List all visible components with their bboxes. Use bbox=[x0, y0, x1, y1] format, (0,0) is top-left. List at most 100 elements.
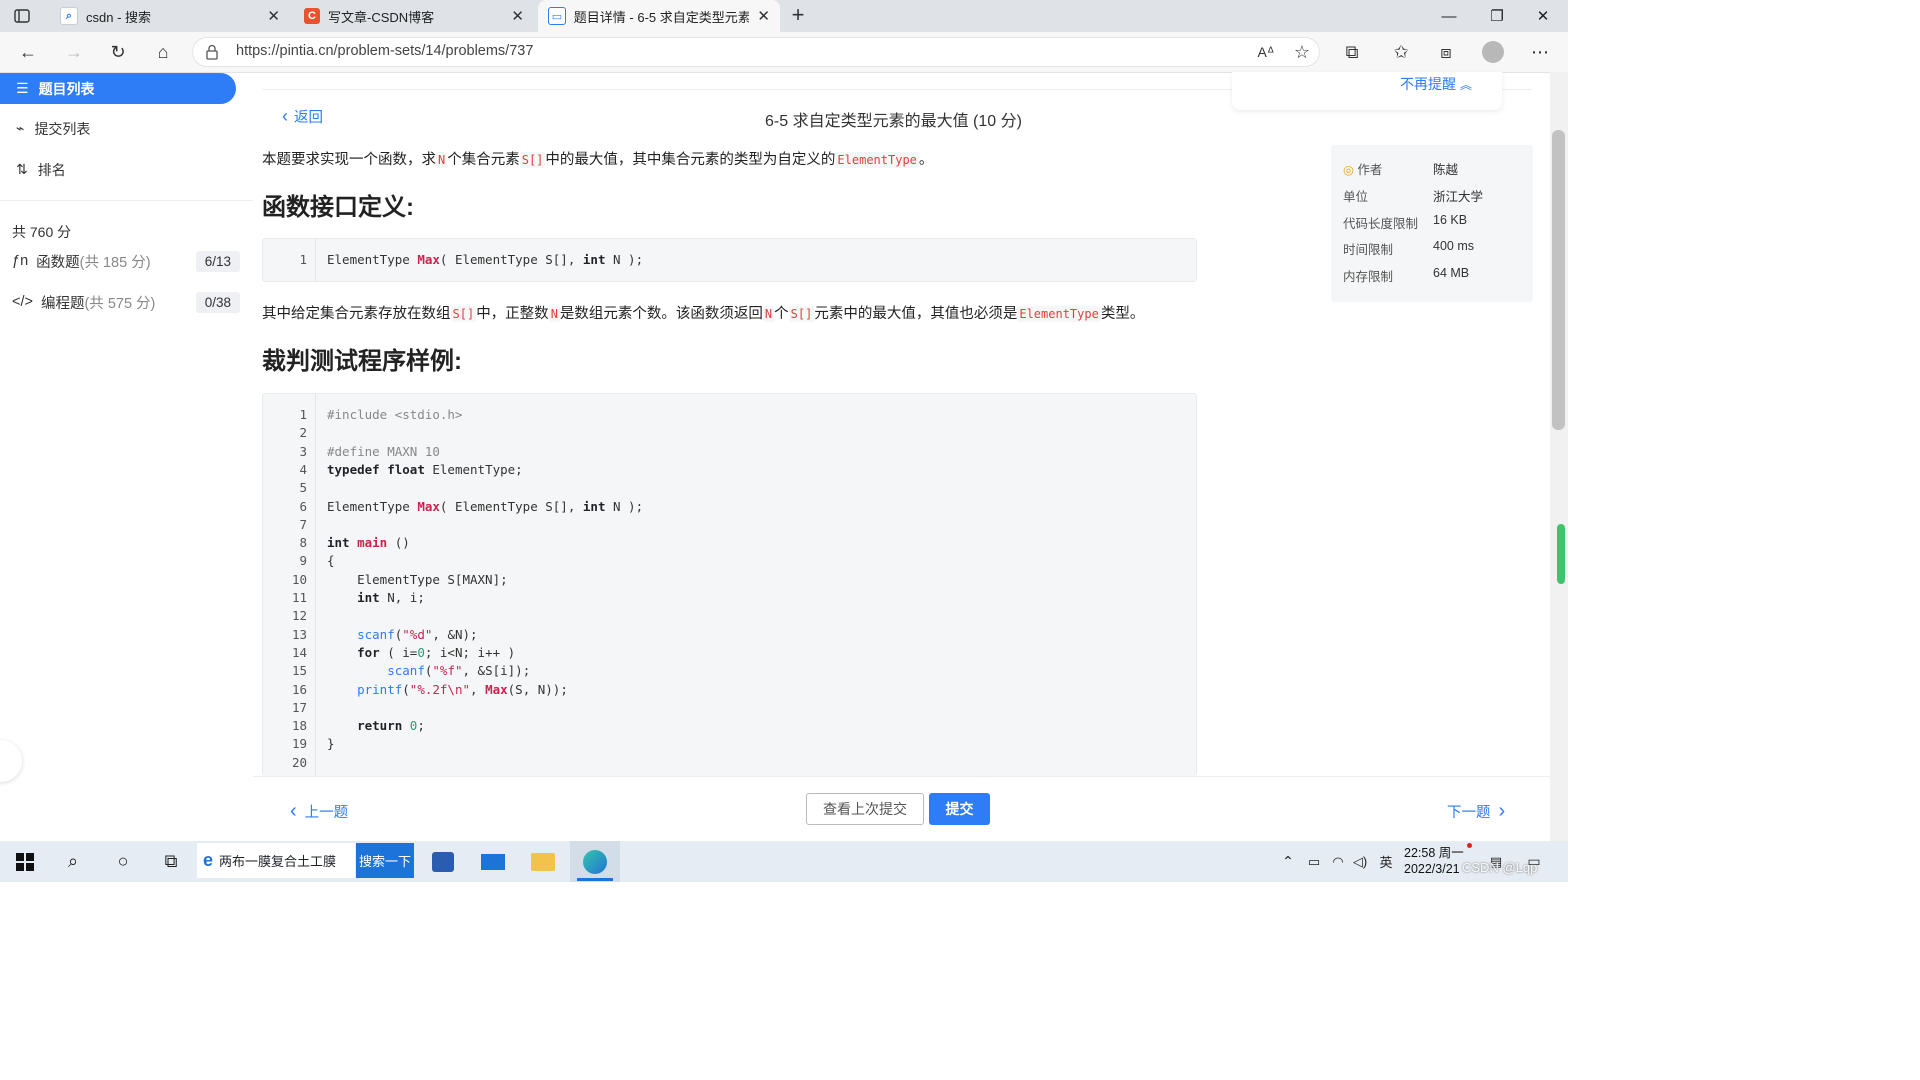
chevron-left-icon: ‹ bbox=[282, 106, 288, 126]
active-app-indicator bbox=[577, 878, 613, 881]
desc-text: 中，正整数 bbox=[476, 306, 549, 322]
minimize-icon[interactable]: — bbox=[1426, 0, 1472, 32]
line-number: 11 bbox=[291, 590, 307, 605]
submit-button[interactable]: 提交 bbox=[929, 793, 990, 825]
scrollbar-thumb[interactable] bbox=[1552, 130, 1565, 430]
inline-code: N bbox=[762, 306, 775, 322]
window-close-icon[interactable]: ✕ bbox=[1520, 0, 1566, 32]
code-icon: </> bbox=[12, 294, 33, 310]
category-count: 0/38 bbox=[195, 291, 240, 313]
code-line: #define MAXN 10 bbox=[327, 443, 440, 459]
tab-problem-detail[interactable]: ▭ 题目详情 - 6-5 求自定类型元素的 ✕ bbox=[538, 0, 780, 32]
desc-text: 是数组元素个数。该函数须返回 bbox=[559, 306, 763, 322]
back-arrow-icon[interactable]: ← bbox=[16, 40, 40, 64]
info-value: 400 ms bbox=[1433, 239, 1474, 253]
category-function-problems[interactable]: ƒn 函数题 (共 185 分) 6/13 bbox=[12, 249, 240, 273]
prev-problem-link[interactable]: ‹ 上一题 bbox=[290, 800, 348, 823]
sidebar-item-problem-list[interactable]: ☰ 题目列表 bbox=[0, 73, 236, 104]
category-programming-problems[interactable]: </> 编程题 (共 575 分) 0/38 bbox=[12, 290, 240, 314]
taskbar-search-box[interactable]: e 两布一膜复合土工膜 bbox=[197, 843, 355, 878]
favorites-icon[interactable]: ✩ bbox=[1389, 40, 1413, 64]
csdn-watermark: CSDN @Lqp bbox=[1462, 860, 1538, 875]
home-icon[interactable]: ⌂ bbox=[151, 40, 175, 64]
code-line: printf("%.2f\n", Max(S, N)); bbox=[357, 681, 568, 697]
chevron-up-icon[interactable]: ⌃ bbox=[1278, 843, 1298, 880]
restore-icon[interactable]: ❐ bbox=[1474, 0, 1520, 32]
collections-icon[interactable]: ⧈ bbox=[1434, 40, 1458, 64]
back-label: 返回 bbox=[294, 110, 323, 126]
info-key-text: 作者 bbox=[1357, 163, 1383, 177]
close-icon[interactable]: ✕ bbox=[511, 7, 524, 25]
close-icon[interactable]: ✕ bbox=[267, 7, 280, 25]
edge-icon[interactable] bbox=[578, 843, 612, 880]
double-chevron-up-icon: ︽ bbox=[1459, 78, 1472, 92]
profile-avatar[interactable] bbox=[1482, 41, 1504, 63]
list-icon: ☰ bbox=[16, 80, 29, 96]
prev-label: 上一题 bbox=[304, 805, 349, 821]
line-number: 20 bbox=[291, 754, 307, 770]
clock[interactable]: 22:58 周一 2022/3/21 bbox=[1404, 845, 1464, 877]
volume-icon[interactable]: ◁) bbox=[1350, 843, 1370, 880]
line-number: 19 bbox=[291, 736, 307, 752]
favorite-add-icon[interactable]: ☆ bbox=[1290, 40, 1314, 64]
extensions-icon[interactable]: ⧉ bbox=[1340, 40, 1364, 64]
info-value: 64 MB bbox=[1433, 266, 1470, 280]
refresh-icon[interactable]: ↻ bbox=[106, 40, 130, 64]
battery-icon[interactable]: ▭ bbox=[1304, 843, 1324, 880]
inline-code: S[] bbox=[450, 306, 477, 322]
code-line: int main () bbox=[327, 535, 410, 551]
sidebar-item-ranking[interactable]: ⇅ 排名 bbox=[0, 154, 236, 185]
windows-start-icon[interactable] bbox=[8, 843, 42, 880]
lock-icon[interactable] bbox=[205, 44, 221, 60]
info-key: 时间限制 bbox=[1343, 243, 1394, 257]
info-key: ◎ 作者 bbox=[1343, 159, 1433, 179]
inline-code: ElementType bbox=[1017, 306, 1101, 322]
line-number: 16 bbox=[291, 681, 307, 697]
store-icon[interactable] bbox=[426, 843, 460, 880]
tab-actions-icon[interactable] bbox=[12, 6, 32, 26]
desc-text: 其中给定集合元素存放在数组 bbox=[262, 306, 451, 322]
info-key: 单位 bbox=[1343, 190, 1369, 204]
sidebar-item-submissions[interactable]: ⌁ 提交列表 bbox=[0, 113, 236, 144]
problem-info-panel: ◎ 作者 陈越 单位 浙江大学 代码长度限制 16 KB 时间限制 400 ms 内存限… bbox=[1331, 145, 1533, 302]
code-line: } bbox=[327, 736, 335, 752]
taskbar-search-button[interactable]: 搜索一下 bbox=[356, 843, 414, 878]
url-text[interactable]: https://pintia.cn/problem-sets/14/proble… bbox=[236, 43, 533, 59]
tab-csdn-search[interactable]: ⌕ csdn - 搜索 ✕ bbox=[50, 0, 290, 32]
code-line: for ( i=0; i<N; i++ ) bbox=[357, 644, 516, 660]
code-line: scanf("%f", &S[i]); bbox=[387, 663, 531, 679]
cortana-icon[interactable]: ○ bbox=[106, 843, 140, 880]
category-score: (共 575 分) bbox=[84, 295, 156, 312]
wifi-icon[interactable]: ◠ bbox=[1328, 843, 1348, 880]
dismiss-label: 不再提醒 bbox=[1400, 76, 1456, 92]
sidebar-item-label: 提交列表 bbox=[34, 120, 91, 137]
view-last-submission-button[interactable]: 查看上次提交 bbox=[806, 793, 924, 825]
back-link[interactable]: ‹ 返回 bbox=[282, 106, 323, 127]
line-number: 9 bbox=[299, 553, 307, 569]
desc-text: 个 bbox=[774, 306, 789, 322]
info-value: 陈越 bbox=[1433, 163, 1459, 177]
close-icon[interactable]: ✕ bbox=[757, 7, 770, 25]
notification-dot bbox=[1467, 843, 1472, 848]
info-value: 浙江大学 bbox=[1433, 190, 1484, 204]
task-view-icon[interactable]: ⧉ bbox=[154, 843, 188, 880]
code-line: #include <stdio.h> bbox=[327, 407, 463, 422]
next-label: 下一题 bbox=[1447, 805, 1491, 821]
line-number: 6 bbox=[299, 498, 307, 514]
new-tab-icon[interactable]: + bbox=[786, 4, 810, 28]
code-line: int N, i; bbox=[357, 590, 425, 605]
code-line: scanf("%d", &N); bbox=[357, 626, 478, 642]
read-aloud-icon[interactable]: Aᐞ bbox=[1254, 40, 1278, 64]
mail-icon[interactable] bbox=[476, 843, 510, 880]
forward-arrow-icon[interactable]: → bbox=[62, 40, 86, 64]
ime-indicator[interactable]: 英 bbox=[1376, 843, 1396, 880]
next-problem-link[interactable]: 下一题 › bbox=[1447, 800, 1505, 823]
search-icon[interactable]: ⌕ bbox=[56, 843, 90, 880]
file-explorer-icon[interactable] bbox=[526, 843, 560, 880]
tab-csdn-write[interactable]: C 写文章-CSDN博客 ✕ bbox=[294, 0, 534, 32]
line-number: 5 bbox=[299, 480, 307, 496]
more-menu-icon[interactable]: ⋯ bbox=[1528, 40, 1552, 64]
line-number: 2 bbox=[299, 425, 307, 441]
dismiss-reminder-link[interactable]: 不再提醒 ︽ bbox=[1400, 74, 1472, 94]
problem-description: 其中给定集合元素存放在数组 S[] 中，正整数 N 是数组元素个数。该函数须返回 N 个 S[… bbox=[262, 302, 1144, 323]
